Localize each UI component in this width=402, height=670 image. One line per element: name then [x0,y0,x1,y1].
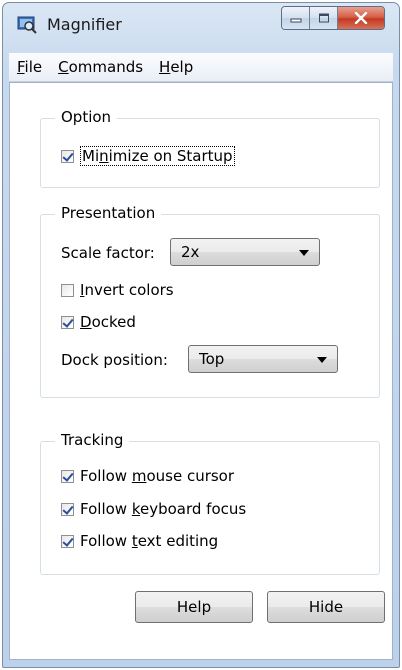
dock-position-value: Top [199,350,225,368]
tracking-group-label: Tracking [55,431,130,449]
follow-mouse-cursor-label: Follow mouse cursor [80,467,235,485]
close-button[interactable] [338,7,384,29]
dock-position-dropdown[interactable]: Top [188,345,338,373]
maximize-button[interactable] [310,7,338,29]
checkbox-checked-icon [61,534,74,548]
menu-commands[interactable]: Commands [50,58,151,76]
invert-colors-checkbox[interactable]: Invert colors [61,281,174,299]
follow-keyboard-focus-checkbox[interactable]: Follow keyboard focus [61,500,246,518]
dock-position-label: Dock position: [61,351,168,369]
checkbox-checked-icon [61,315,74,329]
option-group-label: Option [55,108,118,126]
menu-help[interactable]: Help [151,58,201,76]
menu-bar: File Commands Help [9,53,393,82]
chevron-down-icon [317,357,327,363]
follow-text-editing-label: Follow text editing [80,532,219,550]
hide-button-label: Hide [308,598,344,616]
follow-text-editing-checkbox[interactable]: Follow text editing [61,532,218,550]
client-area: Option Minimize on Startup Presentation … [9,82,393,660]
chevron-down-icon [299,250,309,256]
minimize-on-startup-label: Minimize on Startup [80,146,235,166]
scale-factor-value: 2x [181,243,200,261]
follow-mouse-cursor-checkbox[interactable]: Follow mouse cursor [61,467,234,485]
close-icon [354,12,368,24]
help-button-label: Help [176,598,212,616]
maximize-icon [318,13,329,23]
presentation-group: Presentation Scale factor: 2x Invert col… [40,204,380,398]
help-button[interactable]: Help [135,591,253,623]
caption-buttons [281,6,385,30]
docked-label: Docked [80,313,136,331]
window-title: Magnifier [47,15,122,34]
scale-factor-label: Scale factor: [61,244,155,262]
minimize-icon [290,18,301,23]
checkbox-checked-icon [61,469,74,483]
checkbox-checked-icon [61,149,74,163]
hide-button[interactable]: Hide [267,591,385,623]
title-bar[interactable]: Magnifier [3,3,399,47]
checkbox-checked-icon [61,502,74,516]
option-group: Option Minimize on Startup [40,108,380,188]
checkbox-unchecked-icon [61,283,74,297]
magnifier-window: Magnifier File Commands Help Option Mini… [2,2,400,668]
tracking-group: Tracking Follow mouse cursor Follow keyb… [40,431,380,575]
presentation-group-label: Presentation [55,204,162,222]
menu-file[interactable]: File [9,58,50,76]
minimize-button[interactable] [282,7,310,29]
invert-colors-label: Invert colors [80,281,174,299]
follow-keyboard-focus-label: Follow keyboard focus [80,500,247,518]
magnifier-app-icon [17,16,37,34]
minimize-on-startup-checkbox[interactable]: Minimize on Startup [61,146,235,166]
docked-checkbox[interactable]: Docked [61,313,136,331]
scale-factor-dropdown[interactable]: 2x [170,238,320,266]
